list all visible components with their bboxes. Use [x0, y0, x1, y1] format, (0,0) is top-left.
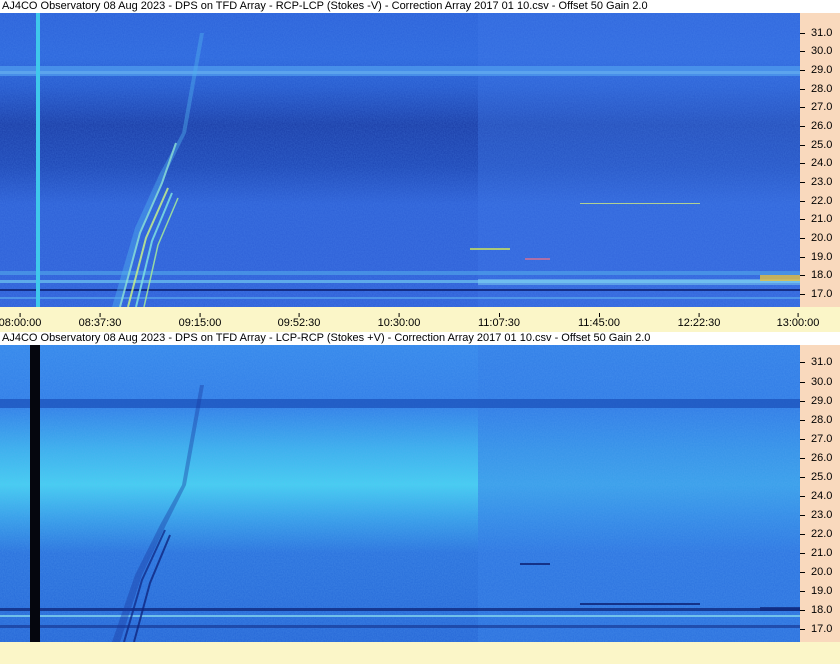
- freq-label-31: 31.0: [800, 27, 840, 40]
- time-label-0952: 09:52:30: [278, 313, 320, 331]
- time-label-1030: 10:30:00: [378, 313, 420, 331]
- freq-label-21-p2: 21.0: [800, 547, 840, 560]
- freq-label-20-p2: 20.0: [800, 566, 840, 579]
- freq-label-25-p2: 25.0: [800, 471, 840, 484]
- freq-label-24-p2: 24.0: [800, 490, 840, 503]
- freq-label-19-p2: 19.0: [800, 585, 840, 598]
- panel-1-title: AJ4CO Observatory 08 Aug 2023 - DPS on T…: [0, 0, 840, 13]
- freq-label-23-p2: 23.0: [800, 509, 840, 522]
- freq-label-27: 27.0: [800, 101, 840, 114]
- freq-label-25: 25.0: [800, 139, 840, 152]
- time-axis: 08:00:00 08:37:30 09:15:00 09:52:30 10:3…: [0, 313, 840, 331]
- freq-label-24: 24.0: [800, 157, 840, 170]
- freq-label-17-p2: 17.0: [800, 623, 840, 636]
- time-label-1222: 12:22:30: [678, 313, 720, 331]
- panel-2-frequency-axis: 31.0 30.0 29.0 28.0 27.0 26.0 25.0 24.0 …: [800, 345, 840, 642]
- freq-label-18: 18.0: [800, 269, 840, 282]
- freq-label-31-p2: 31.0: [800, 356, 840, 369]
- freq-label-22: 22.0: [800, 195, 840, 208]
- panel-1-spectrogram[interactable]: [0, 13, 800, 307]
- freq-label-20: 20.0: [800, 232, 840, 245]
- panel-2-spectrogram[interactable]: [0, 345, 800, 642]
- time-label-0915: 09:15:00: [179, 313, 221, 331]
- time-label-0800: 08:00:00: [0, 313, 41, 331]
- panel-2-title: AJ4CO Observatory 08 Aug 2023 - DPS on T…: [0, 332, 840, 345]
- freq-label-29-p2: 29.0: [800, 395, 840, 408]
- freq-label-17: 17.0: [800, 288, 840, 301]
- panel-1-frequency-axis: 31.0 30.0 29.0 28.0 27.0 26.0 25.0 24.0 …: [800, 13, 840, 307]
- freq-label-28-p2: 28.0: [800, 414, 840, 427]
- freq-label-30-p2: 30.0: [800, 376, 840, 389]
- freq-label-21: 21.0: [800, 213, 840, 226]
- time-label-0837: 08:37:30: [79, 313, 121, 331]
- freq-label-28: 28.0: [800, 83, 840, 96]
- time-label-1107: 11:07:30: [478, 313, 520, 331]
- freq-label-27-p2: 27.0: [800, 433, 840, 446]
- time-label-1300: 13:00:00: [777, 313, 819, 331]
- freq-label-22-p2: 22.0: [800, 528, 840, 541]
- freq-label-29: 29.0: [800, 64, 840, 77]
- time-label-1145: 11:45:00: [578, 313, 620, 331]
- freq-label-30: 30.0: [800, 45, 840, 58]
- freq-label-26: 26.0: [800, 120, 840, 133]
- freq-label-26-p2: 26.0: [800, 452, 840, 465]
- freq-label-18-p2: 18.0: [800, 604, 840, 617]
- freq-label-23: 23.0: [800, 176, 840, 189]
- bottom-strip: [0, 642, 840, 664]
- freq-label-19: 19.0: [800, 251, 840, 264]
